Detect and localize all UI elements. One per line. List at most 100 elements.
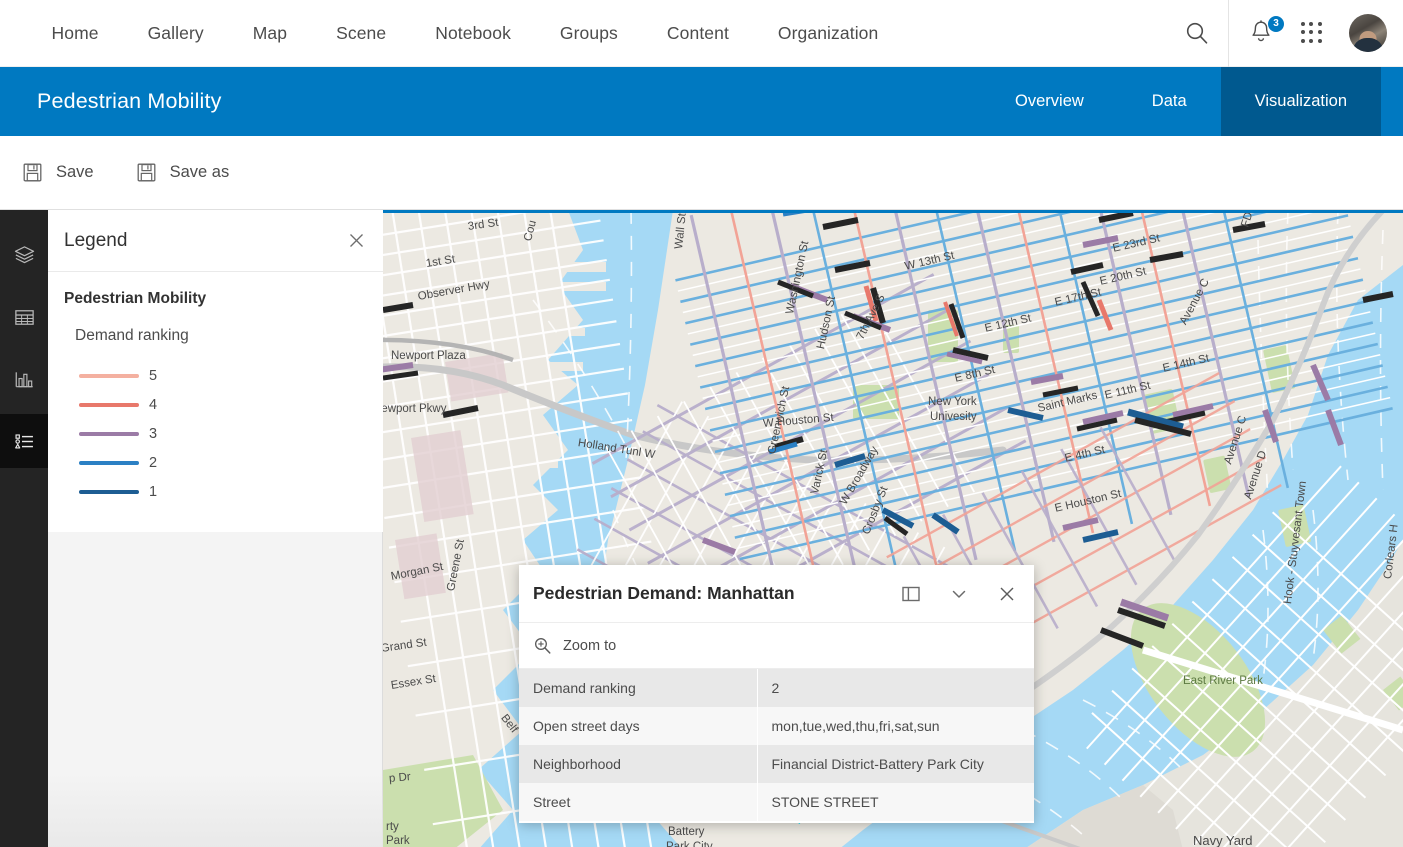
nav-link-content[interactable]: Content [642,23,753,44]
search-icon [1184,20,1210,46]
tool-rail [0,210,48,847]
legend-title: Legend [64,230,127,252]
tab-visualization[interactable]: Visualization [1221,67,1381,136]
page-title: Pedestrian Mobility [0,89,222,114]
legend-entry-label: 2 [149,455,157,471]
grid-dot [1318,39,1322,43]
popup-header: Pedestrian Demand: Manhattan [519,565,1034,623]
top-navigation-bar: Home Gallery Map Scene Notebook Groups C… [0,0,1403,67]
attribute-table: Demand ranking 2 Open street days mon,tu… [519,669,1034,821]
legend-swatch [79,374,139,378]
search-button[interactable] [1166,0,1228,67]
legend-card: Legend Pedestrian Mobility Demand rankin… [48,210,383,532]
attribute-value: STONE STREET [757,783,1034,821]
floppy-disk-icon [136,162,157,183]
attribute-value: 2 [757,669,1034,707]
grid-dot [1301,22,1305,26]
legend-entry: 3 [79,419,367,448]
notifications-button[interactable]: 3 [1249,19,1275,47]
table-row: Demand ranking 2 [519,669,1034,707]
grid-dot [1318,22,1322,26]
zoom-in-icon [533,636,552,655]
legend-entry-label: 5 [149,368,157,384]
legend-swatch [79,461,139,465]
save-as-label: Save as [170,163,230,182]
legend-panel: Legend Pedestrian Mobility Demand rankin… [48,210,383,847]
close-icon [349,233,364,248]
rail-item-chart[interactable] [0,352,48,406]
nav-link-home[interactable]: Home [27,23,123,44]
legend-swatch [79,403,139,407]
legend-entry-label: 3 [149,426,157,442]
save-button[interactable]: Save [0,136,94,209]
item-tabs: Overview Data Visualization [981,67,1403,136]
legend-entry: 2 [79,448,367,477]
grid-dot [1309,39,1313,43]
grid-dot [1318,30,1322,34]
chart-icon [13,368,36,391]
attribute-key: Neighborhood [519,745,757,783]
popup-title: Pedestrian Demand: Manhattan [533,583,795,604]
grid-dot [1301,30,1305,34]
attribute-key: Demand ranking [519,669,757,707]
nav-link-organization[interactable]: Organization [753,23,902,44]
attribute-key: Street [519,783,757,821]
layers-icon [13,244,36,267]
legend-body: Pedestrian Mobility Demand ranking 5 4 3 [48,272,383,532]
app-launcher-button[interactable] [1301,22,1323,44]
attribute-value: mon,tue,wed,thu,fri,sat,sun [757,707,1034,745]
tab-data[interactable]: Data [1118,67,1221,136]
tab-overview[interactable]: Overview [981,67,1118,136]
rail-item-layers[interactable] [0,228,48,282]
notification-badge: 3 [1268,16,1284,32]
popup-actions [900,583,1018,605]
rail-item-legend[interactable] [0,414,48,468]
save-label: Save [56,163,94,182]
zoom-to-label: Zoom to [563,638,616,654]
close-icon [999,586,1015,602]
editor-toolbar: Save Save as [0,136,1403,210]
legend-entry: 1 [79,477,367,506]
nav-right-cluster: 3 [1166,0,1403,67]
legend-entry-label: 4 [149,397,157,413]
grid-dot [1309,30,1313,34]
map-canvas[interactable]: 3rd StCou1st StObserver HwyNewport Plaza… [383,210,1403,847]
legend-icon [13,430,36,453]
app-root: Home Gallery Map Scene Notebook Groups C… [0,0,1403,847]
nav-icon-group: 3 [1229,0,1403,67]
popup-close-button[interactable] [996,583,1018,605]
grid-dot [1309,22,1313,26]
legend-header: Legend [48,210,383,272]
dock-panel-icon [901,584,921,604]
chevron-down-icon [950,585,968,603]
legend-field-label: Demand ranking [75,327,367,345]
legend-entries: 5 4 3 2 1 [79,361,367,506]
popup-collapse-button[interactable] [948,583,970,605]
avatar[interactable] [1349,14,1387,52]
floppy-disk-icon [22,162,43,183]
popup-dock-button[interactable] [900,583,922,605]
nav-links: Home Gallery Map Scene Notebook Groups C… [0,23,903,44]
nav-link-gallery[interactable]: Gallery [123,23,228,44]
table-icon [13,306,36,329]
table-row: Open street days mon,tue,wed,thu,fri,sat… [519,707,1034,745]
attribute-value: Financial District-Battery Park City [757,745,1034,783]
rail-item-table[interactable] [0,290,48,344]
grid-dot [1301,39,1305,43]
legend-entry-label: 1 [149,484,157,500]
popup-pointer [779,822,801,823]
nav-link-map[interactable]: Map [228,23,311,44]
legend-entry: 4 [79,390,367,419]
legend-layer-name: Pedestrian Mobility [64,290,367,308]
nav-link-scene[interactable]: Scene [312,23,411,44]
legend-swatch [79,490,139,494]
save-as-button[interactable]: Save as [94,136,230,209]
zoom-to-button[interactable]: Zoom to [519,623,1034,669]
table-row: Neighborhood Financial District-Battery … [519,745,1034,783]
legend-close-button[interactable] [343,228,369,254]
tab-spacer [1381,67,1403,136]
nav-link-groups[interactable]: Groups [535,23,642,44]
attribute-key: Open street days [519,707,757,745]
item-header-bar: Pedestrian Mobility Overview Data Visual… [0,67,1403,136]
nav-link-notebook[interactable]: Notebook [411,23,536,44]
